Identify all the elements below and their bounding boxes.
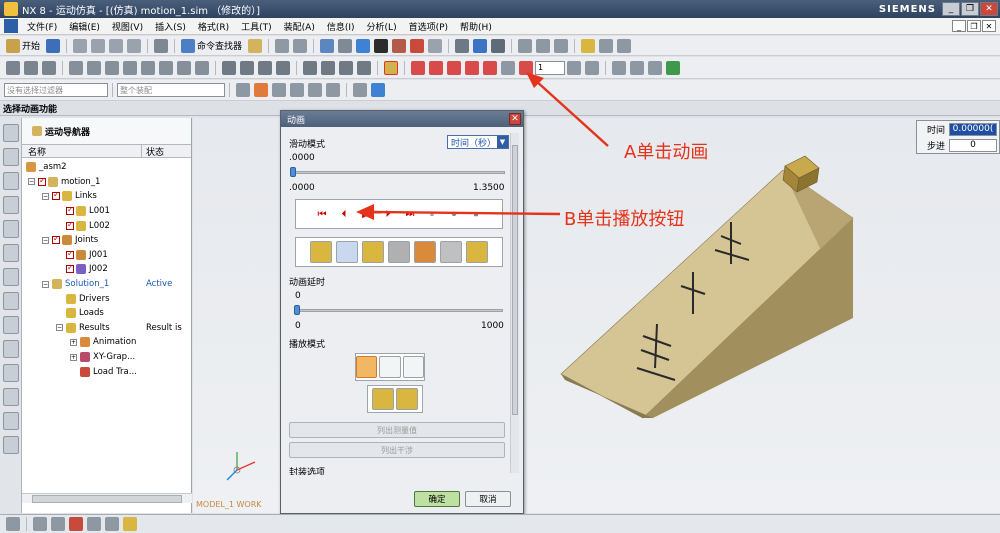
arrow-b-head [356,204,374,220]
arrow-b-line [371,210,561,216]
arrow-a-line [534,79,609,147]
annotation-overlay [356,72,609,220]
grid-snap-icon[interactable] [87,517,101,531]
pin-icon[interactable] [51,517,65,531]
marker-icon[interactable] [123,517,137,531]
annotation-a: A单击动画 [624,142,709,163]
selection-mode-icon[interactable] [6,517,20,531]
status-bar [0,514,1000,533]
constraint-icon[interactable] [69,517,83,531]
toolbar-separator [26,517,27,531]
annotation-b: B单击播放按钮 [564,209,685,230]
snap-icon[interactable] [33,517,47,531]
align-icon[interactable] [105,517,119,531]
